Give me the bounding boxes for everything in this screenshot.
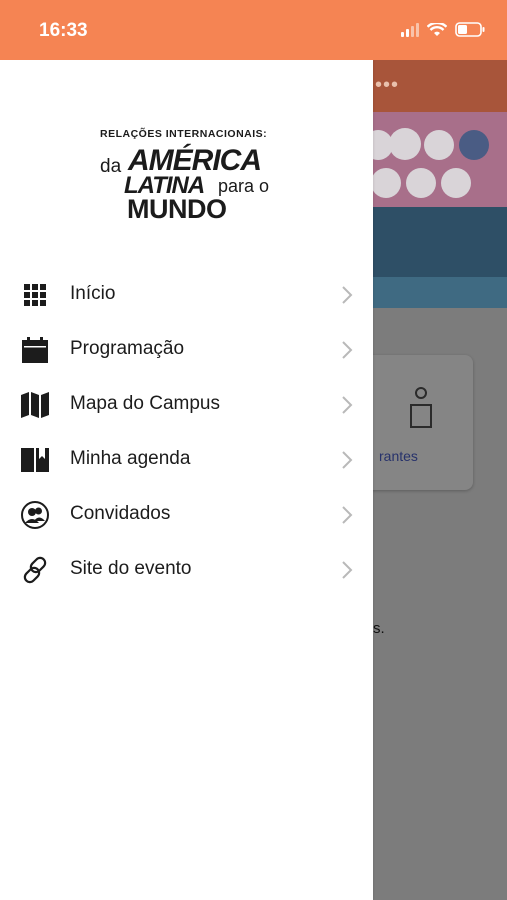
chevron-right-icon <box>342 561 353 579</box>
speaker-podium-icon <box>410 387 432 428</box>
menu-item-label: Convidados <box>70 503 171 524</box>
status-time: 16:33 <box>39 20 88 41</box>
chevron-right-icon <box>342 451 353 469</box>
chevron-right-icon <box>342 286 353 304</box>
users-icon <box>21 501 49 529</box>
menu-item-minha-agenda[interactable]: Minha agenda <box>0 432 373 487</box>
menu-item-inicio[interactable]: Início <box>0 267 373 322</box>
background-card[interactable]: rantes <box>373 355 473 490</box>
logo-mundo: MUNDO <box>127 194 227 224</box>
battery-icon <box>455 22 485 37</box>
chevron-right-icon <box>342 396 353 414</box>
event-logo: RELAÇÕES INTERNACIONAIS: da AMÉRICA LATI… <box>100 128 280 228</box>
drawer-menu: Início Programação Mapa do Campus Minha … <box>0 267 373 597</box>
background-text: s. <box>373 620 385 637</box>
sponsor-logo <box>424 130 454 160</box>
logo-da: da <box>100 156 122 177</box>
menu-item-label: Início <box>70 283 116 304</box>
status-icons <box>401 22 485 37</box>
banner-sea <box>373 207 507 277</box>
calendar-icon <box>21 336 49 364</box>
sponsor-logo <box>459 130 489 160</box>
signal-icon <box>401 22 419 37</box>
menu-item-programacao[interactable]: Programação <box>0 322 373 377</box>
menu-item-site-do-evento[interactable]: Site do evento <box>0 542 373 597</box>
grid-icon <box>21 281 49 309</box>
logo-line1: RELAÇÕES INTERNACIONAIS: <box>100 128 268 140</box>
menu-item-convidados[interactable]: Convidados <box>0 487 373 542</box>
book-icon <box>21 446 49 474</box>
chevron-right-icon <box>342 341 353 359</box>
background-card-label: rantes <box>379 448 418 464</box>
menu-item-label: Site do evento <box>70 558 192 579</box>
sponsor-logo <box>389 128 421 160</box>
wifi-icon <box>427 22 447 36</box>
menu-item-label: Minha agenda <box>70 448 191 469</box>
background-header-dots: ••• <box>375 74 400 96</box>
sponsor-logo <box>441 168 471 198</box>
status-bar: 16:33 <box>0 0 507 60</box>
banner-sea-lower <box>373 277 507 308</box>
background-banner <box>373 112 507 308</box>
background-app[interactable]: ••• rantes s. <box>373 60 507 900</box>
map-icon <box>21 391 49 419</box>
sponsor-logo <box>406 168 436 198</box>
menu-item-label: Mapa do Campus <box>70 393 220 414</box>
link-icon <box>21 556 49 584</box>
background-header: ••• <box>373 60 507 112</box>
chevron-right-icon <box>342 506 353 524</box>
sponsor-logo <box>373 168 401 198</box>
menu-item-label: Programação <box>70 338 185 359</box>
menu-item-mapa-do-campus[interactable]: Mapa do Campus <box>0 377 373 432</box>
side-drawer: RELAÇÕES INTERNACIONAIS: da AMÉRICA LATI… <box>0 60 373 900</box>
